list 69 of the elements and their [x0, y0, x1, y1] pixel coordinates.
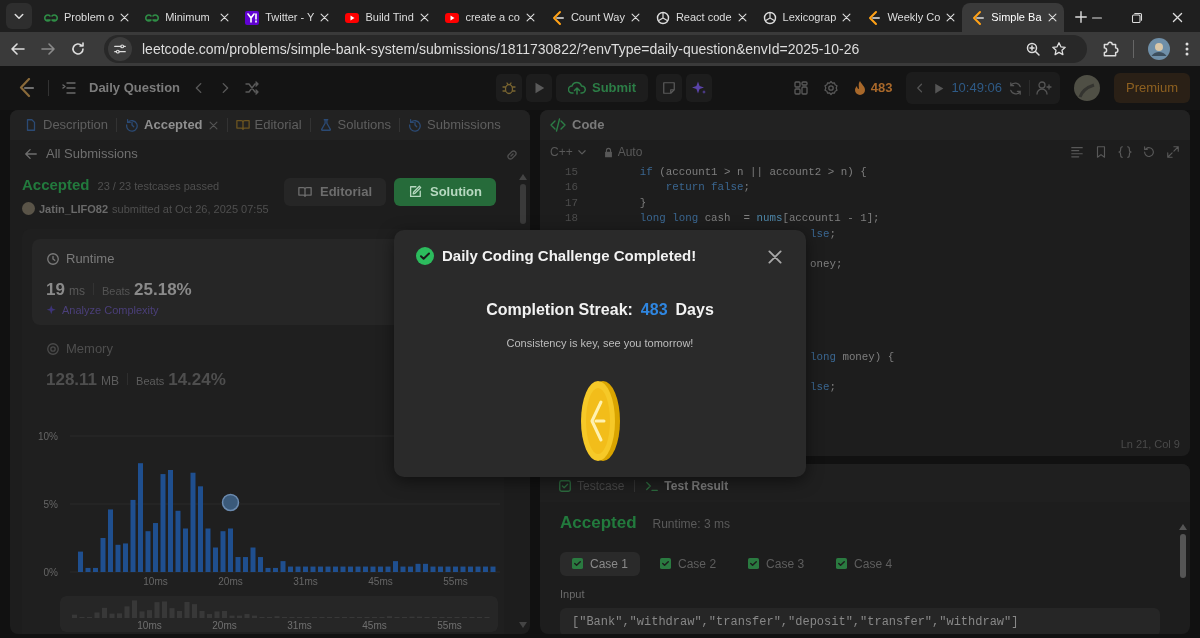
timer-text: 10:49:06 [951, 79, 1002, 98]
username-link[interactable]: Jatin_LIFO82 [39, 200, 109, 217]
axis-label: 45ms [362, 620, 387, 631]
runtime-text: Runtime: 3 ms [652, 516, 730, 533]
code-line: return false; [664, 180, 750, 196]
browser-tab[interactable]: Simple Ba [962, 3, 1064, 32]
axis-label: 55ms [437, 620, 462, 631]
streak-count[interactable]: 483 [870, 78, 893, 98]
panel-tab[interactable]: Test Result [641, 477, 733, 495]
panel-title: Code [572, 116, 605, 135]
code-line: oney; [810, 257, 843, 273]
browser-tab[interactable]: Weekly Co [858, 3, 963, 32]
beats-label: Beats [136, 373, 165, 389]
code-line: } [638, 195, 647, 211]
browser-tab[interactable]: Problem o [35, 3, 137, 32]
panel-tab[interactable]: Solutions [312, 112, 397, 138]
axis-label: 45ms [368, 576, 393, 587]
browser-tab[interactable]: Lexicograp [753, 3, 859, 32]
axis-label: 10% [38, 430, 58, 442]
streak-count: 483 [640, 300, 668, 320]
browser-tab[interactable]: Build Tind [336, 3, 437, 32]
axis-label: 20ms [218, 576, 243, 587]
browser-tab[interactable]: create a co [436, 3, 542, 32]
address-field[interactable]: leetcode.com/problems/simple-bank-system/submissions/1811730822/?envType=daily-question&envId=2025-10-26 [104, 35, 1087, 63]
panel-tab[interactable]: Submissions [402, 112, 507, 138]
axis-label: 0% [43, 566, 58, 578]
case-tab[interactable]: Case 1 [560, 551, 641, 576]
panel-tab[interactable]: Editorial [229, 112, 308, 138]
input-field[interactable]: ["Bank","withdraw","transfer","deposit","transfer","withdraw"] [560, 608, 1160, 634]
axis-label: 55ms [443, 576, 468, 587]
case-tab[interactable]: Case 3 [736, 551, 817, 576]
code-line: long money) { [810, 349, 895, 365]
axis-label: 10ms [137, 620, 162, 631]
browser-tab[interactable]: Count Way [541, 3, 647, 32]
submit-button[interactable]: Submit [555, 74, 649, 102]
mode-label[interactable]: Auto [617, 143, 643, 161]
axis-label: 31ms [287, 620, 312, 631]
panel-tab[interactable]: Description [18, 112, 115, 138]
browser-tab[interactable]: Minimum [136, 3, 237, 32]
code-line: lse; [810, 380, 836, 396]
axis-label: 5% [43, 498, 58, 510]
result-status: Accepted [560, 512, 637, 534]
language-select[interactable]: C++ [550, 143, 587, 161]
page-title[interactable]: Daily Question [89, 78, 181, 98]
case-tab[interactable]: Case 4 [824, 551, 905, 576]
beats-value: 25.18% [134, 278, 192, 301]
field-label: Input [560, 586, 586, 602]
axis-label: 31ms [293, 576, 318, 587]
code-line: long long cash = nums[account1 - 1]; [638, 211, 880, 227]
back-link[interactable]: All Submissions [46, 144, 138, 164]
code-line: if (account1 > n || account2 > n) { [638, 165, 867, 180]
axis-label: 20ms [212, 620, 237, 631]
unit-label: MB [101, 372, 120, 390]
dialog-title: Daily Coding Challenge Completed! [442, 245, 697, 266]
panel-tab[interactable]: Accepted [119, 112, 225, 138]
editorial-button[interactable]: Editorial [284, 178, 386, 206]
browser-tab[interactable]: React code [646, 3, 754, 32]
runtime-value: 19 [46, 278, 65, 301]
browser-tab[interactable]: Twitter - Y [236, 3, 337, 32]
card-title: Runtime [66, 250, 115, 268]
case-tab[interactable]: Case 2 [648, 551, 729, 576]
dialog-message: Consistency is key, see you tomorrow! [506, 337, 694, 349]
code-line: lse; [810, 226, 836, 242]
premium-button[interactable]: Premium [1114, 73, 1190, 103]
streak-unit: Days [675, 300, 714, 320]
axis-label: 10ms [143, 576, 168, 587]
solution-button[interactable]: Solution [394, 178, 496, 206]
status-text: Accepted [22, 175, 90, 195]
streak-label: Completion Streak: [486, 300, 633, 320]
